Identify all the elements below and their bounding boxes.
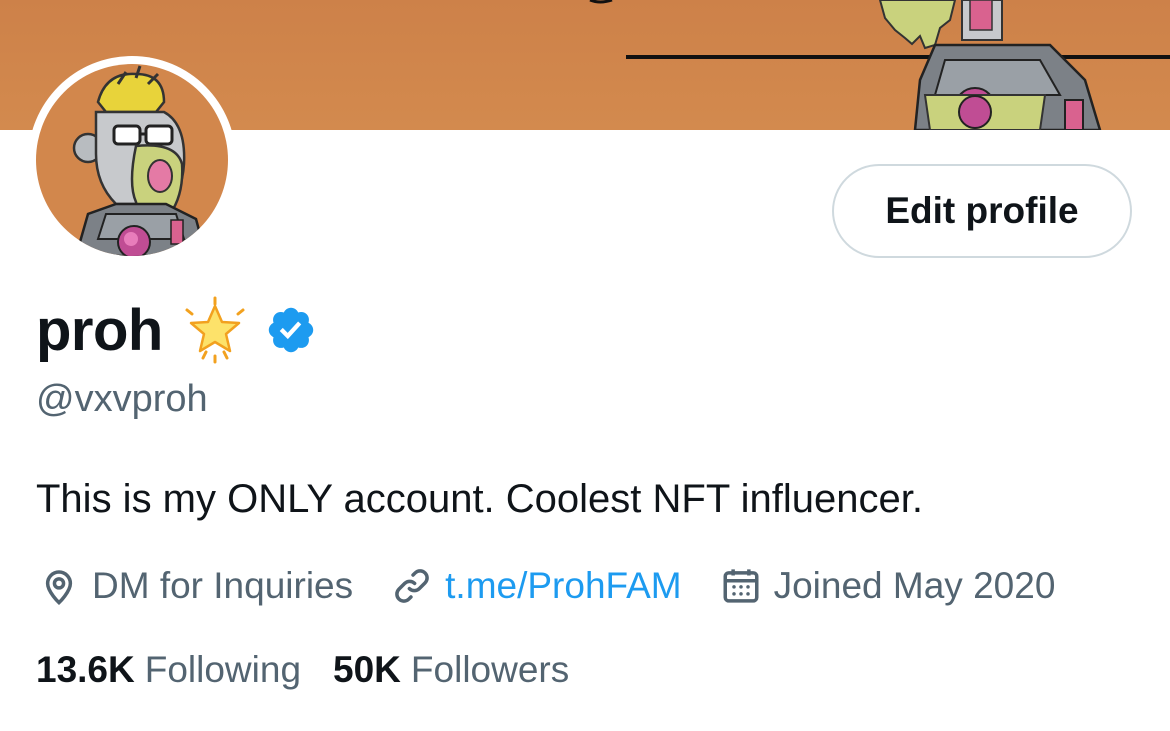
calendar-icon xyxy=(723,569,759,603)
joined-text: Joined May 2020 xyxy=(773,565,1056,606)
profile-handle: @vxvproh xyxy=(36,378,208,420)
following-link[interactable]: 13.6K Following xyxy=(36,649,301,691)
display-name: proh xyxy=(36,297,163,363)
followers-count: 50K xyxy=(333,649,401,690)
followers-label: Followers xyxy=(410,649,570,690)
website-item[interactable]: t.me/ProhFAM xyxy=(391,565,682,607)
location-text: DM for Inquiries xyxy=(92,565,354,606)
profile-meta-row: DM for Inquiries t.me/ProhFAM Joined May… xyxy=(38,558,1055,614)
profile-avatar[interactable] xyxy=(28,56,236,264)
edit-profile-button[interactable]: Edit profile xyxy=(832,164,1132,258)
avatar-image xyxy=(36,64,228,256)
profile-bio: This is my ONLY account. Coolest NFT inf… xyxy=(36,477,924,521)
joined-item: Joined May 2020 xyxy=(720,565,1056,607)
website-link[interactable]: t.me/ProhFAM xyxy=(445,565,681,607)
followers-link[interactable]: 50K Followers xyxy=(333,649,569,691)
link-icon xyxy=(395,569,429,603)
location-pin-icon xyxy=(45,570,73,606)
profile-name-row: proh xyxy=(36,290,317,370)
glowing-star-emoji-icon xyxy=(181,296,249,364)
location-item: DM for Inquiries xyxy=(38,565,353,607)
following-count: 13.6K xyxy=(36,649,135,690)
verified-badge-icon[interactable] xyxy=(265,304,317,356)
profile-stats-row: 13.6K Following 50K Followers xyxy=(36,644,601,696)
following-label: Following xyxy=(144,649,302,690)
